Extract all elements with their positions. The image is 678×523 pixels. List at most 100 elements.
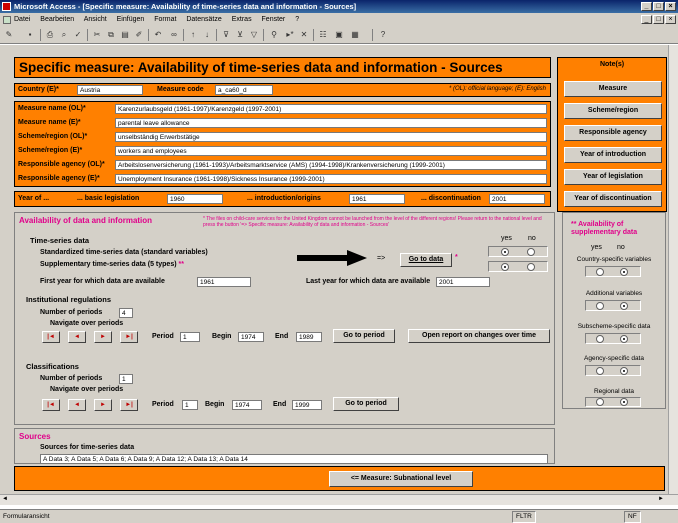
scheme-region-e-field[interactable]: workers and employees xyxy=(115,146,547,156)
help-icon[interactable]: ? xyxy=(377,29,389,41)
find-icon[interactable]: ⚲ xyxy=(268,29,280,41)
class-go-to-period-button[interactable]: Go to period xyxy=(333,397,399,411)
new-record-icon[interactable]: ▸* xyxy=(284,29,296,41)
menu-bearbeiten[interactable]: Bearbeiten xyxy=(40,16,74,23)
supp-regional-no-radio[interactable] xyxy=(620,398,628,406)
save-icon[interactable]: ▪ xyxy=(24,29,36,41)
print-icon[interactable]: ⎙ xyxy=(44,29,56,41)
doc-close-button[interactable]: × xyxy=(665,15,676,24)
standardized-yes-radio[interactable] xyxy=(501,248,509,256)
class-last-period-button[interactable]: ►| xyxy=(120,399,138,411)
menu-datei[interactable]: Datei xyxy=(14,16,30,23)
doc-minimize-button[interactable]: _ xyxy=(641,15,652,24)
menu-einfuegen[interactable]: Einfügen xyxy=(117,16,145,23)
note-responsible-agency-button[interactable]: Responsible agency xyxy=(564,125,662,141)
supp-agency-yes-radio[interactable] xyxy=(596,367,604,375)
copy-icon[interactable]: ⧉ xyxy=(105,29,117,41)
measure-name-e-field[interactable]: parental leave allowance xyxy=(115,118,547,128)
note-year-discontinuation-button[interactable]: Year of discontinuation xyxy=(564,191,662,207)
menu-datensaetze[interactable]: Datensätze xyxy=(186,16,221,23)
go-to-data-button[interactable]: Go to data xyxy=(400,253,452,267)
maximize-button[interactable]: □ xyxy=(653,2,664,11)
note-year-legislation-button[interactable]: Year of legislation xyxy=(564,169,662,185)
supplementary-yes-radio[interactable] xyxy=(501,263,509,271)
supp-subscheme-no-radio[interactable] xyxy=(620,335,628,343)
view-icon[interactable]: ✎ xyxy=(3,29,15,41)
sort-desc-icon[interactable]: ↓ xyxy=(201,29,213,41)
inst-prev-period-button[interactable]: ◄ xyxy=(68,331,86,343)
first-year-field[interactable]: 1961 xyxy=(197,277,251,287)
measure-code-field[interactable]: a_ca60_d xyxy=(215,85,273,95)
class-next-period-button[interactable]: ► xyxy=(94,399,112,411)
standardized-no-radio[interactable] xyxy=(527,248,535,256)
hyperlink-icon[interactable]: ∞ xyxy=(168,29,180,41)
inst-first-period-button[interactable]: |◄ xyxy=(42,331,60,343)
menu-extras[interactable]: Extras xyxy=(232,16,252,23)
class-end-field[interactable]: 1999 xyxy=(292,400,322,410)
scroll-right-icon[interactable]: ► xyxy=(658,496,664,502)
discontinuation-field[interactable]: 2001 xyxy=(489,194,545,204)
scroll-left-icon[interactable]: ◄ xyxy=(2,496,8,502)
supp-additional-no-radio[interactable] xyxy=(620,302,628,310)
class-first-period-button[interactable]: |◄ xyxy=(42,399,60,411)
delete-record-icon[interactable]: ✕ xyxy=(298,29,310,41)
filter-selection-icon[interactable]: ⊽ xyxy=(220,29,232,41)
supp-regional-yes-radio[interactable] xyxy=(596,398,604,406)
class-prev-period-button[interactable]: ◄ xyxy=(68,399,86,411)
sources-field[interactable]: A Data 3; A Data 5; A Data 6; A Data 9; … xyxy=(40,454,548,464)
database-window-icon[interactable]: ▣ xyxy=(333,29,345,41)
close-button[interactable]: × xyxy=(665,2,676,11)
new-object-icon[interactable]: ▦ xyxy=(349,29,361,41)
paste-icon[interactable]: ▤ xyxy=(119,29,131,41)
scheme-region-ol-field[interactable]: unselbständig Erwerbstätige xyxy=(115,132,547,142)
inst-last-period-button[interactable]: ►| xyxy=(120,331,138,343)
spelling-icon[interactable]: ✓ xyxy=(72,29,84,41)
supp-agency-no-radio[interactable] xyxy=(620,367,628,375)
supp-additional-yes-radio[interactable] xyxy=(596,302,604,310)
introduction-field[interactable]: 1961 xyxy=(349,194,405,204)
cut-icon[interactable]: ✂ xyxy=(91,29,103,41)
responsible-agency-e-field[interactable]: Unemployment Insurance (1961-1998)/Sickn… xyxy=(115,174,547,184)
menu-ansicht[interactable]: Ansicht xyxy=(84,16,107,23)
inst-begin-field[interactable]: 1974 xyxy=(238,332,264,342)
subnational-level-button[interactable]: <= Measure: Subnational level xyxy=(329,471,473,487)
properties-icon[interactable]: ☷ xyxy=(317,29,329,41)
horizontal-scrollbar[interactable]: ◄ ► xyxy=(0,494,678,505)
inst-periods-field[interactable]: 4 xyxy=(119,308,133,318)
format-painter-icon[interactable]: ✐ xyxy=(133,29,145,41)
note-year-introduction-button[interactable]: Year of introduction xyxy=(564,147,662,163)
menu-fenster[interactable]: Fenster xyxy=(262,16,286,23)
doc-restore-button[interactable]: □ xyxy=(653,15,664,24)
responsible-agency-ol-field[interactable]: Arbeitslosenversicherung (1961-1993)/Arb… xyxy=(115,160,547,170)
no-label: no xyxy=(528,235,536,242)
class-begin-field[interactable]: 1974 xyxy=(232,400,262,410)
menu-help[interactable]: ? xyxy=(295,16,299,23)
minimize-button[interactable]: _ xyxy=(641,2,652,11)
preview-icon[interactable]: ⌕ xyxy=(58,29,70,41)
vertical-scrollbar[interactable] xyxy=(668,45,678,494)
basic-legislation-field[interactable]: 1960 xyxy=(167,194,223,204)
go-to-data-star: * xyxy=(455,254,458,261)
apply-filter-icon[interactable]: ▽ xyxy=(248,29,260,41)
filter-form-icon[interactable]: ⊻ xyxy=(234,29,246,41)
measure-name-ol-field[interactable]: Karenzurlaubsgeld (1961-1997)/Karenzgeld… xyxy=(115,104,547,114)
inst-end-field[interactable]: 1989 xyxy=(296,332,322,342)
inst-go-to-period-button[interactable]: Go to period xyxy=(333,329,395,343)
note-measure-button[interactable]: Measure xyxy=(564,81,662,97)
menu-format[interactable]: Format xyxy=(154,16,176,23)
supp-subscheme-yes-radio[interactable] xyxy=(596,335,604,343)
language-note: * (OL): official language; (E): English xyxy=(448,86,546,92)
class-period-field[interactable]: 1 xyxy=(182,400,198,410)
undo-icon[interactable]: ↶ xyxy=(152,29,164,41)
inst-next-period-button[interactable]: ► xyxy=(94,331,112,343)
inst-period-field[interactable]: 1 xyxy=(180,332,200,342)
sort-asc-icon[interactable]: ↑ xyxy=(187,29,199,41)
supp-country-specific-no-radio[interactable] xyxy=(620,268,628,276)
class-periods-field[interactable]: 1 xyxy=(119,374,133,384)
supp-country-specific-yes-radio[interactable] xyxy=(596,268,604,276)
supplementary-no-radio[interactable] xyxy=(527,263,535,271)
note-scheme-region-button[interactable]: Scheme/region xyxy=(564,103,662,119)
open-report-button[interactable]: Open report on changes over time xyxy=(408,329,550,343)
last-year-field[interactable]: 2001 xyxy=(436,277,490,287)
country-field[interactable]: Austria xyxy=(77,85,143,95)
